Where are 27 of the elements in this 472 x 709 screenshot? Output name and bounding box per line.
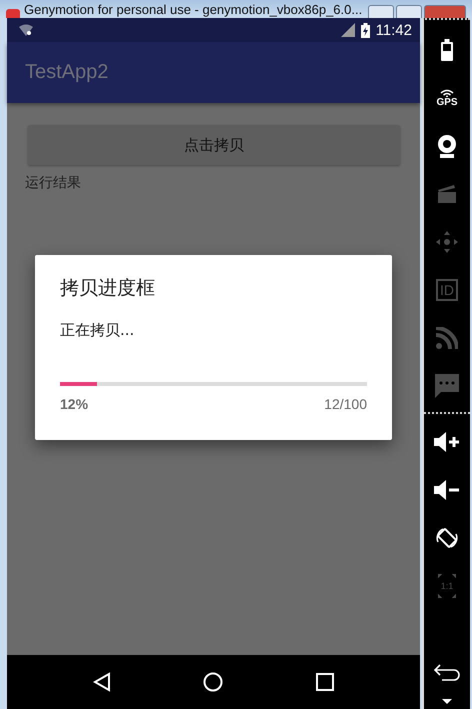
dialog-message: 正在拷贝... [60, 321, 136, 340]
volume-up-icon[interactable] [434, 432, 460, 452]
minimize-button[interactable] [368, 5, 394, 18]
signal-waves-icon [440, 88, 454, 96]
rotate-icon[interactable] [435, 526, 459, 550]
back-icon[interactable] [93, 672, 112, 692]
app-icon [6, 9, 20, 18]
back-icon[interactable] [434, 664, 460, 682]
dialog-title: 拷贝进度框 [60, 276, 156, 301]
webcam-icon[interactable] [437, 134, 457, 158]
volume-down-icon[interactable] [434, 480, 460, 500]
battery-icon[interactable] [441, 39, 453, 61]
result-label: 运行结果 [25, 174, 82, 192]
signal-icon [340, 23, 355, 37]
progress-percent: 12% [60, 396, 88, 412]
progress-count: 12/100 [324, 396, 367, 412]
copy-button[interactable]: 点击拷贝 [28, 125, 400, 165]
clock: 11:42 [376, 22, 412, 38]
wifi-icon [19, 24, 33, 36]
window-title: Genymotion for personal use - genymotion_vbox86p_6.0... [24, 3, 364, 16]
gps-button[interactable]: GPS [436, 88, 458, 108]
app-title: TestApp2 [25, 61, 108, 84]
caret-icon[interactable] [442, 698, 452, 704]
maximize-button[interactable] [396, 5, 422, 18]
recents-icon[interactable] [316, 673, 334, 691]
battery-icon [360, 22, 370, 38]
home-icon[interactable] [203, 672, 224, 692]
